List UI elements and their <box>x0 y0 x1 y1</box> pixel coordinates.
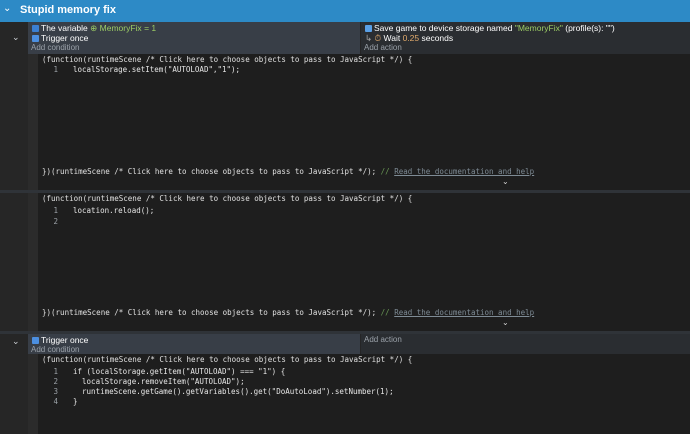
code-line[interactable]: localStorage.setItem("AUTOLOAD","1"); <box>73 65 240 74</box>
add-condition-link[interactable]: Add condition <box>31 345 79 354</box>
js-code-event[interactable]: (function(runtimeScene /* Click here to … <box>38 54 690 190</box>
chevron-down-icon[interactable]: ⌄ <box>502 177 509 186</box>
event-gutter[interactable]: ⌄ <box>0 22 28 54</box>
code-line[interactable]: } <box>73 397 78 406</box>
js-header[interactable]: (function(runtimeScene /* Click here to … <box>42 355 412 364</box>
chevron-down-icon[interactable]: ⌄ <box>12 336 20 347</box>
chevron-down-icon[interactable]: ⌄ <box>3 3 11 14</box>
variable-icon: ⊕ <box>90 23 98 33</box>
add-action-link[interactable]: Add action <box>364 335 402 344</box>
trigger-once-icon <box>32 35 39 42</box>
event-gutter[interactable]: ⌄ <box>0 334 28 354</box>
event1-actions[interactable]: Save game to device storage named "Memor… <box>361 22 690 54</box>
documentation-link[interactable]: Read the documentation and help <box>394 308 534 317</box>
condition-trigger-once[interactable]: Trigger once <box>32 33 88 43</box>
js-footer[interactable]: })(runtimeScene /* Click here to choose … <box>42 308 534 317</box>
save-icon <box>365 25 372 32</box>
event-gutter <box>0 54 28 190</box>
js-footer[interactable]: })(runtimeScene /* Click here to choose … <box>42 167 534 176</box>
js-header[interactable]: (function(runtimeScene /* Click here to … <box>42 55 412 64</box>
event2-conditions[interactable]: Trigger once Add condition <box>28 334 360 354</box>
chevron-down-icon[interactable]: ⌄ <box>12 32 20 43</box>
event-gutter <box>0 354 28 434</box>
add-condition-link[interactable]: Add condition <box>31 43 79 52</box>
event-gutter <box>0 193 28 331</box>
trigger-once-icon <box>32 337 39 344</box>
js-header[interactable]: (function(runtimeScene /* Click here to … <box>42 194 412 203</box>
code-editor[interactable]: 1 localStorage.setItem("AUTOLOAD","1"); <box>38 64 690 164</box>
chevron-down-icon[interactable]: ⌄ <box>502 318 509 327</box>
code-line[interactable]: location.reload(); <box>73 206 154 215</box>
js-event-strip <box>28 54 38 190</box>
event1-conditions[interactable]: The variable ⊕ MemoryFix = 1 Trigger onc… <box>28 22 360 54</box>
variable-icon <box>32 25 39 32</box>
js-event-strip <box>28 354 38 434</box>
add-action-link[interactable]: Add action <box>364 43 402 52</box>
code-editor[interactable]: 1 location.reload(); 2 <box>38 203 690 303</box>
js-event-strip <box>28 193 38 331</box>
js-code-event[interactable]: (function(runtimeScene /* Click here to … <box>38 193 690 331</box>
group-title: Stupid memory fix <box>20 4 116 16</box>
code-editor[interactable]: 1 if (localStorage.getItem("AUTOLOAD") =… <box>38 364 690 434</box>
action-save-game[interactable]: Save game to device storage named "Memor… <box>365 23 615 33</box>
timer-icon: ⏱ <box>374 33 382 43</box>
js-code-event[interactable]: (function(runtimeScene /* Click here to … <box>38 354 690 434</box>
code-line[interactable]: runtimeScene.getGame().getVariables().ge… <box>73 387 394 396</box>
documentation-link[interactable]: Read the documentation and help <box>394 167 534 176</box>
subaction-arrow-icon: ↳ <box>365 33 373 43</box>
code-line[interactable]: if (localStorage.getItem("AUTOLOAD") ===… <box>73 367 285 376</box>
condition-trigger-once[interactable]: Trigger once <box>32 335 88 345</box>
event2-actions[interactable]: Add action <box>361 334 690 354</box>
code-line[interactable]: localStorage.removeItem("AUTOLOAD"); <box>73 377 245 386</box>
group-header[interactable]: ⌄ Stupid memory fix <box>0 0 690 22</box>
